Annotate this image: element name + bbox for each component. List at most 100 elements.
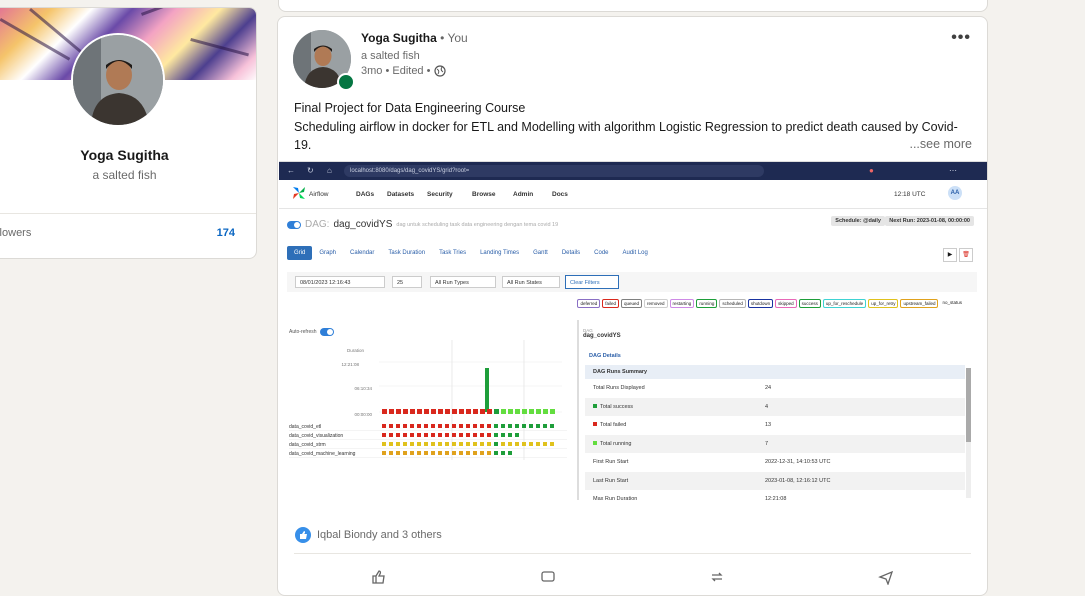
task-instance (487, 424, 491, 428)
comment-button[interactable] (540, 569, 556, 585)
post-text: Final Project for Data Engineering Cours… (294, 101, 958, 152)
task-instance (473, 442, 477, 446)
task-instance (396, 442, 400, 446)
task-instance (424, 424, 428, 428)
dag-title: DAG: dag_covidYS dag untuk scheduling ta… (287, 219, 558, 230)
state-legend-item: shutdown (747, 299, 774, 308)
task-instance (403, 433, 407, 437)
state-legend: deferred failed queued removed restarting run… (577, 299, 964, 308)
profile-name[interactable]: Yoga Sugitha (0, 147, 256, 163)
nav-browse: Browse (472, 191, 496, 198)
task-instance (410, 451, 414, 455)
task-instance (543, 442, 547, 446)
task-instance (536, 442, 540, 446)
send-button[interactable] (878, 569, 894, 585)
task-instance (417, 424, 421, 428)
repost-icon (711, 572, 723, 582)
task-instance (459, 442, 463, 446)
followers-label[interactable]: ollowers (0, 227, 31, 239)
task-instance (473, 451, 477, 455)
details-row: Total running 7 (585, 434, 965, 453)
divider (294, 553, 971, 554)
task-instance (403, 442, 407, 446)
task-instance (382, 433, 386, 437)
tab-landing-times: Landing Times (480, 250, 520, 256)
task-instance (452, 451, 456, 455)
user-avatar: AA (948, 186, 962, 200)
dag-toggle (287, 220, 301, 229)
post-author[interactable]: Yoga Sugitha • You (361, 31, 468, 45)
task-instance (417, 451, 421, 455)
tab-gantt: Gantt (533, 250, 548, 256)
task-instance (487, 442, 491, 446)
task-instance (480, 451, 484, 455)
run-bar (501, 409, 506, 414)
task-instance (445, 451, 449, 455)
task-instance (508, 424, 512, 428)
back-icon: ← (287, 166, 295, 175)
task-instance (480, 433, 484, 437)
task-instance (438, 451, 442, 455)
profile-card[interactable]: Yoga Sugitha a salted fish ollowers 174 (0, 7, 257, 259)
online-status-icon (337, 73, 355, 91)
state-legend-item: deferred (577, 299, 601, 308)
task-instance (529, 442, 533, 446)
browser-toolbar: ← ↻ ⌂ localhost:8080/dags/dag_covidYS/gr… (279, 162, 987, 180)
task-instance (522, 424, 526, 428)
task-instance (424, 433, 428, 437)
task-instance (501, 424, 505, 428)
task-instance (389, 433, 393, 437)
refresh-icon: ↻ (307, 166, 314, 175)
task-instance (501, 433, 505, 437)
nav-datasets: Datasets (387, 191, 415, 198)
state-legend-item: skipped (775, 299, 797, 308)
post-actions (294, 569, 971, 585)
details-row: Last Run Start 2023-01-08, 12:16:12 UTC (585, 471, 965, 490)
date-filter: 08/01/2023 12:16:43 (295, 276, 385, 288)
post-image[interactable]: ← ↻ ⌂ localhost:8080/dags/dag_covidYS/gr… (279, 161, 987, 518)
run-bar (403, 409, 408, 414)
details-title: DAG dag_covidYS (583, 328, 621, 339)
task-instance (473, 424, 477, 428)
see-more-link[interactable]: ...see more (909, 137, 972, 151)
address-bar: localhost:8080/dags/dag_covidYS/grid?roo… (344, 165, 764, 177)
home-icon: ⌂ (327, 166, 332, 175)
tab-code: Code (594, 250, 609, 256)
run-bar (536, 409, 541, 414)
run-bar (515, 409, 520, 414)
task-instance (445, 424, 449, 428)
task-label: data_covid_etl (289, 424, 321, 430)
state-legend-item: restarting (669, 299, 695, 308)
run-bar (522, 409, 527, 414)
run-bar (382, 409, 387, 414)
task-instance (480, 442, 484, 446)
task-instance (396, 433, 400, 437)
reactions-summary[interactable]: Iqbal Biondy and 3 others (295, 527, 442, 543)
state-legend-item: up_for_retry (868, 299, 899, 308)
task-instance (389, 424, 393, 428)
task-instance (466, 442, 470, 446)
task-instance (515, 424, 519, 428)
run-bar (389, 409, 394, 414)
dag-grid: Auto-refresh Duration 12:21:08 06:10:34 00:… (287, 320, 572, 500)
nav-admin: Admin (513, 191, 534, 198)
run-bar (487, 409, 492, 414)
post-meta: 3mo • Edited • (361, 65, 447, 77)
tab-grid: Grid (287, 246, 313, 260)
profile-avatar[interactable] (71, 33, 165, 127)
task-instance (445, 442, 449, 446)
task-instance (389, 451, 393, 455)
comment-icon (541, 571, 555, 582)
task-instance (508, 433, 512, 437)
task-instance (431, 451, 435, 455)
like-button[interactable] (371, 569, 387, 585)
more-options-button[interactable]: ••• (951, 29, 971, 47)
followers-count[interactable]: 174 (217, 227, 235, 239)
repost-button[interactable] (709, 569, 725, 585)
task-instance (508, 442, 512, 446)
details-table: DAG Runs Summary Total Runs Displayed 24 To… (585, 365, 965, 509)
state-legend-item: no_status (942, 300, 962, 305)
task-instance (494, 442, 498, 446)
task-instance (452, 442, 456, 446)
state-legend-item: queued (621, 299, 643, 308)
